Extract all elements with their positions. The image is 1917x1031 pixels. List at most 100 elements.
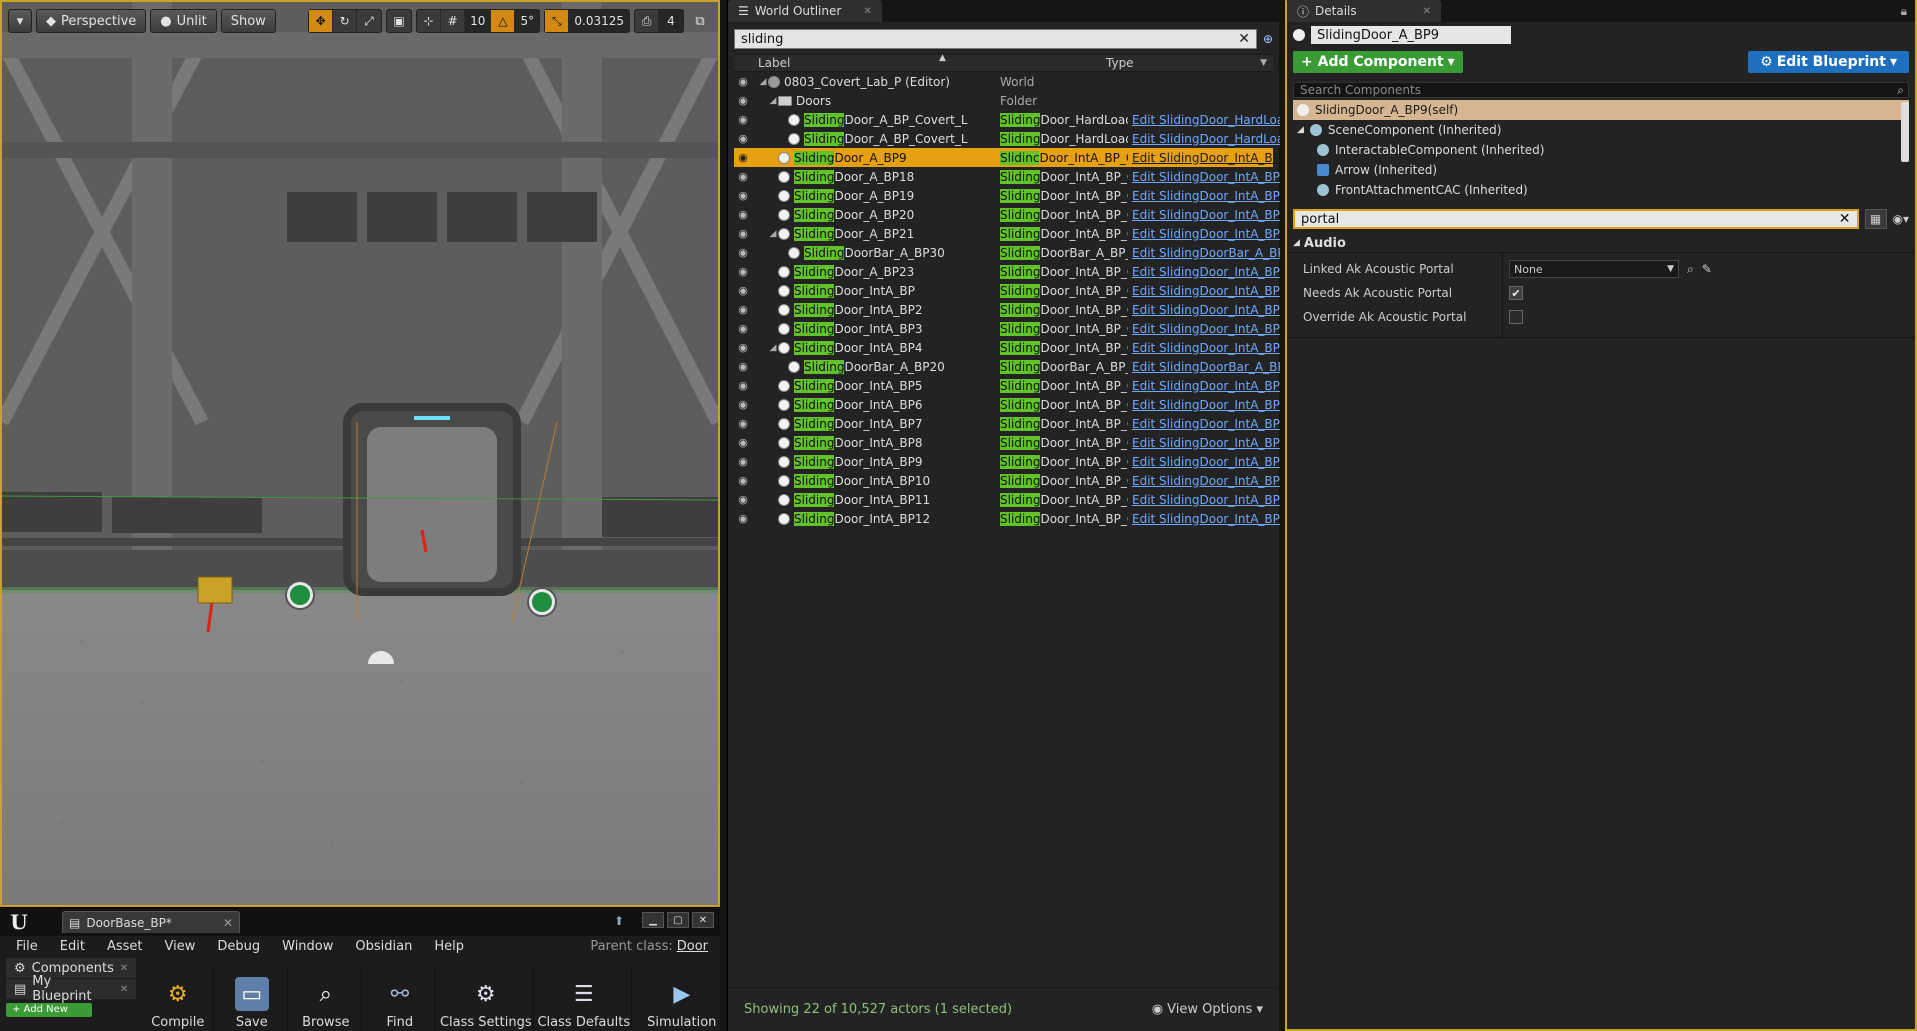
visibility-eye-icon[interactable]: ◉ <box>734 151 752 164</box>
component-tree-item[interactable]: ◢ SceneComponent (Inherited) <box>1293 120 1909 140</box>
grid-snap-value[interactable]: 10 <box>465 10 492 32</box>
outliner-row[interactable]: ◉ SlidingDoor_A_BP23 SlidingDoor_IntA_BP_C… <box>734 262 1280 281</box>
visibility-eye-icon[interactable]: ◉ <box>734 75 752 88</box>
component-tree-item[interactable]: InteractableComponent (Inherited) <box>1293 140 1909 160</box>
visibility-eye-icon[interactable]: ◉ <box>734 227 752 240</box>
edit-blueprint-link[interactable]: Edit SlidingDoor_IntA_BP <box>1132 455 1280 469</box>
my-blueprint-panel-tab[interactable]: ▤ My Blueprint ✕ <box>6 974 137 1004</box>
outliner-search-input[interactable]: sliding ✕ <box>734 29 1257 49</box>
component-tree-item[interactable]: FrontAttachmentCAC (Inherited) <box>1293 180 1909 200</box>
type-column-header[interactable]: Type <box>1106 56 1134 70</box>
visibility-eye-icon[interactable]: ◉ <box>734 265 752 278</box>
compile-button[interactable]: ⚙ Compile <box>142 966 215 1031</box>
menu-debug[interactable]: Debug <box>217 939 260 954</box>
outliner-row[interactable]: ◉ SlidingDoor_IntA_BP10 SlidingDoor_IntA_B… <box>734 471 1280 490</box>
edit-blueprint-link[interactable]: Edit SlidingDoor_IntA_BP <box>1132 512 1280 526</box>
edit-blueprint-link[interactable]: Edit SlidingDoor_IntA_BP <box>1132 265 1280 279</box>
coordinate-space-toggle[interactable]: ▣ <box>386 9 413 33</box>
edit-blueprint-link[interactable]: Edit SlidingDoor_IntA_BP <box>1132 227 1280 241</box>
class-settings-button[interactable]: ⚙ Class Settings <box>438 966 535 1031</box>
outliner-row[interactable]: ◉ SlidingDoorBar_A_BP30 SlidingDoorBar_A_B… <box>734 243 1280 262</box>
expand-arrow-icon[interactable]: ◢ <box>758 77 768 87</box>
edit-blueprint-link[interactable]: Edit SlidingDoorBar_A_BP <box>1132 246 1280 260</box>
close-icon[interactable]: ✕ <box>863 6 871 17</box>
viewport-scene[interactable] <box>2 2 718 905</box>
component-tree-item[interactable]: SlidingDoor_A_BP9(self) <box>1293 100 1909 120</box>
outliner-row[interactable]: ◉ SlidingDoor_A_BP18 SlidingDoor_IntA_BP_C… <box>734 167 1280 186</box>
scale-snap-value[interactable]: 0.03125 <box>569 10 629 32</box>
find-button[interactable]: ⚯ Find <box>364 966 437 1031</box>
expand-arrow-icon[interactable]: ◢ <box>768 343 778 353</box>
visibility-eye-icon[interactable]: ◉ <box>734 170 752 183</box>
view-options-button[interactable]: ◉ View Options ▾ <box>1152 1002 1263 1017</box>
close-icon[interactable]: ✕ <box>1423 6 1431 17</box>
outliner-row[interactable]: ◉ SlidingDoor_A_BP_Covert_L SlidingDoor_Ha… <box>734 110 1280 129</box>
menu-asset[interactable]: Asset <box>107 939 143 954</box>
edit-blueprint-link[interactable]: Edit SlidingDoor_IntA_BP <box>1132 189 1280 203</box>
grid-snap-toggle[interactable]: # <box>441 10 466 32</box>
outliner-row[interactable]: ◉ ◢ SlidingDoor_A_BP21 SlidingDoor_IntA_BP_… <box>734 224 1280 243</box>
edit-blueprint-link[interactable]: Edit SlidingDoor_IntA_BP <box>1132 341 1280 355</box>
column-options-icon[interactable]: ▼ <box>1260 58 1267 68</box>
scale-snap-toggle[interactable]: ⤡ <box>545 10 570 32</box>
outliner-row[interactable]: ◉ SlidingDoor_A_BP9 SlidincDoor_IntA_BP_C E… <box>734 148 1280 167</box>
class-defaults-button[interactable]: ☰ Class Defaults <box>536 966 633 1031</box>
rotate-tool-button[interactable]: ↻ <box>333 10 358 32</box>
visibility-eye-icon[interactable]: ◉ <box>734 474 752 487</box>
edit-blueprint-link[interactable]: Edit SlidingDoor_IntA_BP <box>1132 303 1280 317</box>
visibility-eye-icon[interactable]: ◉ <box>734 94 752 107</box>
simulation-button[interactable]: ▶ Simulation <box>634 966 731 1031</box>
close-icon[interactable]: ✕ <box>120 984 128 995</box>
visibility-eye-icon[interactable]: ◉ <box>734 303 752 316</box>
level-viewport[interactable]: ▾ ◆ Perspective ● Unlit Show ✥ ↻ ⤢ ▣ ⊹ #… <box>0 0 720 907</box>
outliner-row[interactable]: ◉ SlidingDoor_IntA_BP5 SlidingDoor_IntA_BP… <box>734 376 1280 395</box>
edit-blueprint-link[interactable]: Edit SlidingDoor_IntA_BP <box>1132 474 1280 488</box>
outliner-row[interactable]: ◉ SlidingDoor_A_BP_Covert_L SlidingDoor_Ha… <box>734 129 1280 148</box>
edit-blueprint-link[interactable]: Edit SlidingDoorBar_A_BP <box>1132 360 1280 374</box>
outliner-row[interactable]: ◉ ◢ Doors Folder <box>734 91 1273 110</box>
menu-obsidian[interactable]: Obsidian <box>355 939 412 954</box>
browse-button[interactable]: ⌕ Browse <box>290 966 363 1031</box>
edit-blueprint-link[interactable]: Edit SlidingDoor_IntA_BP <box>1132 322 1280 336</box>
visibility-eye-icon[interactable]: ◉ <box>734 246 752 259</box>
outliner-row[interactable]: ◉ SlidingDoor_IntA_BP9 SlidingDoor_IntA_BP… <box>734 452 1280 471</box>
scale-tool-button[interactable]: ⤢ <box>357 10 381 32</box>
world-space-button[interactable]: ▣ <box>387 10 411 32</box>
view-mode-button[interactable]: ◆ Perspective <box>36 9 147 33</box>
actor-name-field[interactable]: SlidingDoor_A_BP9 <box>1311 26 1511 44</box>
audio-category-header[interactable]: ◢ Audio <box>1287 234 1915 252</box>
outliner-row[interactable]: ◉ SlidingDoor_IntA_BP2 SlidingDoor_IntA_BP… <box>734 300 1280 319</box>
minimize-button[interactable]: ▁ <box>642 912 664 928</box>
property-matrix-icon[interactable]: ▦ <box>1864 209 1887 229</box>
edit-blueprint-link[interactable]: Edit SlidingDoor_IntA_BP <box>1132 208 1280 222</box>
pin-icon[interactable]: ⬆ <box>614 914 624 928</box>
override-portal-checkbox[interactable] <box>1509 310 1523 324</box>
details-tab[interactable]: ⓘ Details ✕ <box>1287 0 1442 22</box>
visibility-eye-icon[interactable]: ◉ <box>734 322 752 335</box>
add-actor-icon[interactable]: ⊕ <box>1263 32 1273 46</box>
expand-arrow-icon[interactable]: ◢ <box>1297 125 1304 135</box>
visibility-eye-icon[interactable]: ◉ <box>734 189 752 202</box>
menu-view[interactable]: View <box>165 939 196 954</box>
blueprint-document-tab[interactable]: ▤ DoorBase_BP* ✕ <box>62 911 240 933</box>
outliner-row[interactable]: ◉ SlidingDoor_A_BP19 SlidingDoor_IntA_BP_C… <box>734 186 1280 205</box>
visibility-eye-icon[interactable]: ◉ <box>734 455 752 468</box>
edit-blueprint-link[interactable]: Edit SlidingDoor_HardLoa <box>1132 113 1280 127</box>
eye-icon[interactable]: ◉▾ <box>1893 212 1910 226</box>
visibility-eye-icon[interactable]: ◉ <box>734 493 752 506</box>
visibility-eye-icon[interactable]: ◉ <box>734 132 752 145</box>
outliner-row[interactable]: ◉ SlidingDoor_IntA_BP11 SlidingDoor_IntA_B… <box>734 490 1280 509</box>
outliner-row[interactable]: ◉ SlidingDoor_A_BP20 SlidingDoor_IntA_BP_C… <box>734 205 1280 224</box>
needs-portal-checkbox[interactable]: ✔ <box>1509 286 1523 300</box>
add-new-button[interactable]: + Add New <box>6 1003 92 1017</box>
close-window-button[interactable]: ✕ <box>692 912 714 928</box>
close-icon[interactable]: ✕ <box>120 963 128 974</box>
lock-icon[interactable]: 🔒︎ <box>1901 4 1907 19</box>
search-components-input[interactable]: Search Components ⌕ <box>1293 82 1909 98</box>
visibility-eye-icon[interactable]: ◉ <box>734 284 752 297</box>
world-outliner-tab[interactable]: ☰ World Outliner ✕ <box>728 0 882 22</box>
viewport-options-button[interactable]: ▾ <box>8 9 32 33</box>
outliner-row[interactable]: ◉ SlidingDoor_IntA_BP3 SlidingDoor_IntA_BP… <box>734 319 1280 338</box>
save-button[interactable]: ▭ Save <box>216 966 289 1031</box>
menu-edit[interactable]: Edit <box>60 939 85 954</box>
